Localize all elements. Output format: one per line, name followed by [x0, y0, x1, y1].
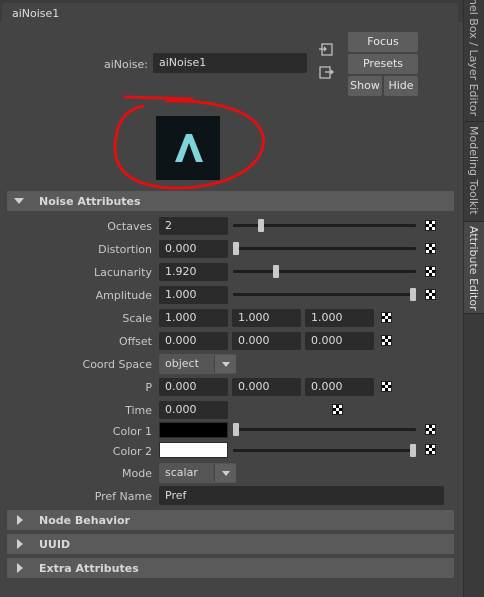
focus-button[interactable]: Focus [348, 32, 418, 52]
coord-space-value: object [165, 357, 199, 370]
p-y-field[interactable]: 0.000 [232, 378, 301, 396]
tab-bar: aiNoise1 [0, 0, 463, 22]
p-label: P [145, 381, 152, 394]
octaves-label: Octaves [107, 220, 152, 233]
offset-label: Offset [118, 335, 152, 348]
load-output-icon[interactable] [318, 66, 334, 80]
time-label: Time [125, 404, 152, 417]
amplitude-field[interactable]: 1.000 [159, 286, 228, 304]
mode-label: Mode [122, 467, 152, 480]
lacunarity-field[interactable]: 1.920 [159, 263, 228, 281]
tab-label: aiNoise1 [12, 7, 60, 20]
offset-z-field[interactable]: 0.000 [305, 332, 374, 350]
color2-slider-track[interactable] [233, 449, 416, 452]
node-type-label: aiNoise: [103, 58, 148, 71]
tab-modeling-toolkit[interactable]: Modeling Toolkit [464, 122, 484, 222]
offset-y-field[interactable]: 0.000 [232, 332, 301, 350]
side-tab-strip: nel Box / Layer Editor Modeling Toolkit … [463, 0, 484, 597]
distortion-slider-track[interactable] [233, 247, 416, 250]
scale-label: Scale [122, 312, 152, 325]
tab-label: Modeling Toolkit [467, 126, 480, 215]
load-input-icon[interactable] [318, 43, 334, 57]
color1-map-icon[interactable] [425, 424, 436, 435]
coord-space-dropdown-toggle[interactable] [214, 355, 236, 373]
amplitude-slider-handle[interactable] [410, 288, 416, 301]
lacunarity-slider-handle[interactable] [273, 265, 279, 278]
red-annotation-mark [113, 95, 265, 190]
chevron-down-icon [222, 471, 230, 476]
tab-label: nel Box / Layer Editor [467, 0, 480, 117]
p-map-icon[interactable] [381, 381, 392, 392]
node-name-field[interactable]: aiNoise1 [153, 53, 307, 73]
chevron-down-icon [222, 362, 230, 367]
p-x-field[interactable]: 0.000 [159, 378, 228, 396]
color2-map-icon[interactable] [425, 444, 436, 455]
tab-attribute-editor[interactable]: Attribute Editor [464, 222, 484, 314]
mode-value: scalar [165, 466, 198, 479]
scale-y-field[interactable]: 1.000 [232, 309, 301, 327]
collapse-arrow-icon [14, 198, 24, 204]
hide-button[interactable]: Hide [384, 76, 418, 96]
section-title: Extra Attributes [39, 562, 139, 575]
amplitude-map-icon[interactable] [425, 289, 436, 300]
color2-slider-handle[interactable] [410, 444, 416, 457]
section-node-behavior[interactable]: Node Behavior [7, 510, 454, 530]
mode-dropdown-toggle[interactable] [214, 464, 236, 482]
distortion-map-icon[interactable] [425, 243, 436, 254]
offset-map-icon[interactable] [381, 335, 392, 346]
octaves-slider-handle[interactable] [258, 219, 264, 232]
expand-arrow-icon [17, 515, 23, 525]
distortion-label: Distortion [98, 243, 152, 256]
section-title: UUID [39, 538, 71, 551]
amplitude-label: Amplitude [95, 289, 152, 302]
color1-label: Color 1 [112, 425, 152, 438]
section-title: Node Behavior [39, 514, 130, 527]
scale-x-field[interactable]: 1.000 [159, 309, 228, 327]
pref-name-field[interactable]: Pref [159, 486, 444, 505]
coord-space-label: Coord Space [82, 358, 152, 371]
scale-z-field[interactable]: 1.000 [305, 309, 374, 327]
color2-label: Color 2 [112, 445, 152, 458]
lacunarity-label: Lacunarity [93, 266, 152, 279]
section-extra-attributes[interactable]: Extra Attributes [7, 558, 454, 578]
show-button[interactable]: Show [348, 76, 382, 96]
distortion-field[interactable]: 0.000 [159, 240, 228, 258]
lacunarity-map-icon[interactable] [425, 266, 436, 277]
color1-swatch[interactable] [159, 422, 228, 438]
expand-arrow-icon [17, 539, 23, 549]
section-uuid[interactable]: UUID [7, 534, 454, 554]
section-noise-attributes[interactable]: Noise Attributes [7, 191, 454, 211]
p-z-field[interactable]: 0.000 [305, 378, 374, 396]
amplitude-slider-track[interactable] [233, 293, 416, 296]
tab-ainoise1[interactable]: aiNoise1 [2, 3, 458, 22]
offset-x-field[interactable]: 0.000 [159, 332, 228, 350]
time-map-icon[interactable] [332, 404, 343, 415]
color2-swatch[interactable] [159, 442, 228, 458]
color1-slider-handle[interactable] [233, 423, 239, 436]
octaves-map-icon[interactable] [425, 220, 436, 231]
time-field[interactable]: 0.000 [159, 401, 228, 419]
tab-channel-box-layer-editor[interactable]: nel Box / Layer Editor [464, 0, 484, 122]
section-title: Noise Attributes [39, 195, 141, 208]
expand-arrow-icon [17, 563, 23, 573]
lacunarity-slider-track[interactable] [233, 270, 416, 273]
attribute-editor-panel: aiNoise1 aiNoise: aiNoise1 Focus Presets… [0, 0, 463, 597]
presets-button[interactable]: Presets [348, 54, 418, 74]
octaves-field[interactable]: 2 [159, 217, 228, 235]
pref-name-label: Pref Name [94, 490, 152, 503]
tab-label: Attribute Editor [467, 226, 480, 311]
scale-map-icon[interactable] [381, 312, 392, 323]
color1-slider-track[interactable] [233, 428, 416, 431]
distortion-slider-handle[interactable] [233, 242, 239, 255]
